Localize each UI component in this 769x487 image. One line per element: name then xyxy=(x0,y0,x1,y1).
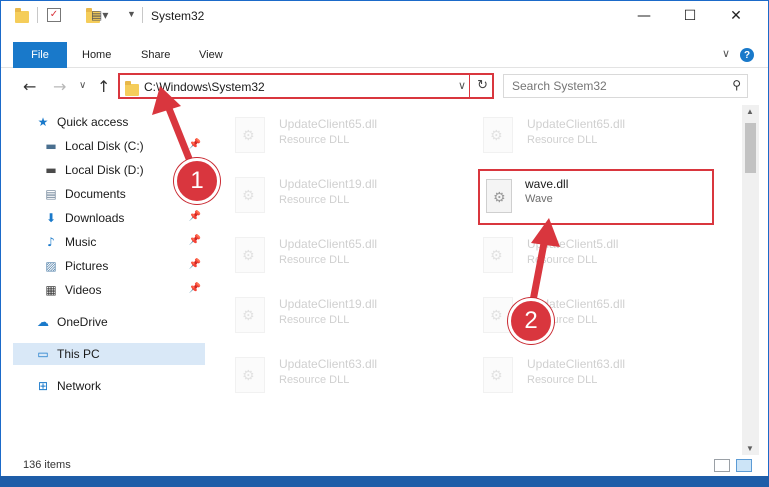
step-1-badge: 1 xyxy=(174,158,220,204)
step-2-badge: 2 xyxy=(508,298,554,344)
annotation-arrows xyxy=(152,86,560,310)
desktop-edge xyxy=(0,476,769,487)
arrow-to-address-bar xyxy=(152,86,196,170)
arrow-to-wave-dll xyxy=(528,218,560,310)
